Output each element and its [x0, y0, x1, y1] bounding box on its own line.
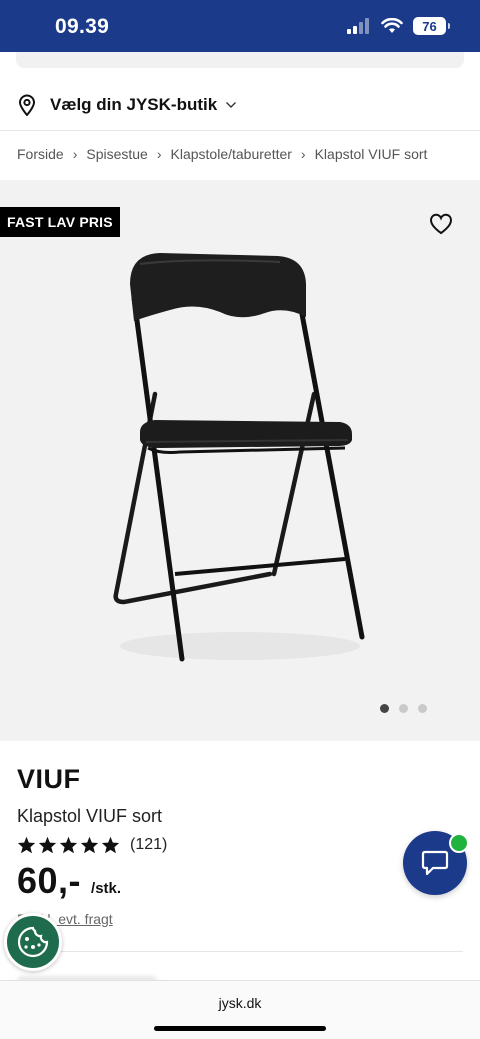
breadcrumb-item-forside[interactable]: Forside — [17, 146, 64, 162]
heart-icon[interactable] — [428, 212, 454, 236]
star-icon — [80, 836, 99, 854]
search-bar-edge[interactable] — [16, 52, 464, 68]
divider — [17, 951, 463, 952]
product-rating[interactable]: (121) — [17, 836, 167, 854]
cookie-icon — [17, 926, 49, 958]
breadcrumb: Forside › Spisestue › Klapstole/taburett… — [17, 146, 427, 162]
star-icon — [59, 836, 78, 854]
chevron-right-icon: › — [72, 146, 78, 162]
chat-bubble-icon — [421, 850, 449, 876]
gallery-dot-3[interactable] — [418, 704, 427, 713]
cellular-signal-icon — [347, 18, 369, 34]
star-icon — [17, 836, 36, 854]
star-icon — [38, 836, 57, 854]
product-image-folding-chair[interactable] — [100, 244, 380, 674]
gallery-dot-1[interactable] — [380, 704, 389, 713]
status-time: 09.39 — [55, 15, 110, 38]
store-selector[interactable]: Vælg din JYSK-butik — [18, 94, 237, 116]
rating-count: (121) — [130, 836, 168, 853]
home-indicator[interactable] — [154, 1026, 326, 1031]
chevron-right-icon: › — [300, 146, 306, 162]
breadcrumb-item-current[interactable]: Klapstol VIUF sort — [315, 146, 428, 162]
chevron-right-icon: › — [156, 146, 162, 162]
chevron-down-icon — [226, 102, 237, 108]
status-bar: 09.39 76 — [0, 0, 480, 52]
browser-url-bar[interactable]: jysk.dk — [0, 980, 480, 1039]
battery-indicator: 76 — [413, 17, 450, 35]
store-selector-label: Vælg din JYSK-butik — [50, 95, 218, 114]
status-icons: 76 — [347, 17, 450, 35]
online-status-dot — [449, 833, 469, 853]
gallery-dot-2[interactable] — [399, 704, 408, 713]
price-unit: /stk. — [91, 880, 122, 897]
star-icon — [101, 836, 120, 854]
divider — [0, 130, 480, 131]
product-brand: VIUF — [17, 764, 81, 794]
breadcrumb-item-klapstole[interactable]: Klapstole/taburetter — [171, 146, 292, 162]
price-row: 60,- /stk. — [17, 860, 121, 902]
url-text[interactable]: jysk.dk — [0, 995, 480, 1011]
location-pin-icon — [18, 94, 36, 116]
product-price: 60,- — [17, 860, 82, 901]
star-rating — [17, 836, 120, 854]
gallery-pagination — [380, 704, 427, 713]
price-badge: FAST LAV PRIS — [0, 207, 120, 237]
product-gallery[interactable]: FAST LAV PRIS — [0, 180, 480, 741]
breadcrumb-item-spisestue[interactable]: Spisestue — [86, 146, 147, 162]
product-name: Klapstol VIUF sort — [17, 806, 163, 826]
wifi-icon — [381, 18, 403, 33]
cookie-settings-button[interactable] — [4, 913, 62, 971]
